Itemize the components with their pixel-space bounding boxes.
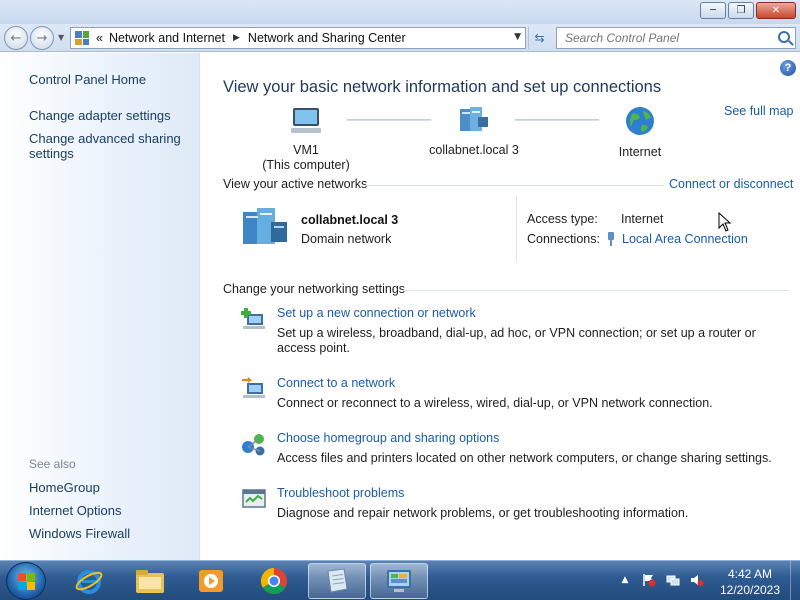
map-node-network[interactable]: collabnet.local 3 <box>419 105 529 158</box>
sidebar-item-homegroup[interactable]: HomeGroup <box>29 480 100 495</box>
see-full-map-link[interactable]: See full map <box>724 104 793 118</box>
mouse-cursor-icon <box>718 212 732 232</box>
sidebar-item-windows-firewall[interactable]: Windows Firewall <box>29 526 130 541</box>
window-controls: ─ ❐ ✕ <box>700 2 796 19</box>
breadcrumb-separator-icon[interactable]: ▶ <box>228 33 245 43</box>
breadcrumb-overflow[interactable]: « <box>93 31 106 45</box>
connections-label: Connections: <box>527 232 600 246</box>
system-clock[interactable]: 4:42 AM 12/20/2023 <box>712 566 788 598</box>
ethernet-icon <box>605 231 617 250</box>
task-description: Set up a wireless, broadband, dial-up, a… <box>277 326 756 355</box>
map-node-computer[interactable]: VM1 (This computer) <box>261 105 351 173</box>
section-divider <box>403 290 789 291</box>
search-input[interactable] <box>557 28 767 48</box>
back-arrow-icon: ← <box>10 30 22 46</box>
internet-globe-icon <box>626 107 654 135</box>
notepad-icon <box>327 568 348 593</box>
taskbar-control-panel[interactable] <box>370 563 428 599</box>
new-connection-icon <box>241 308 265 329</box>
forward-button[interactable]: → <box>30 26 54 50</box>
recent-pages-dropdown[interactable]: ▼ <box>58 33 64 42</box>
action-center-flag-icon[interactable] <box>642 573 656 587</box>
computer-subtitle: (This computer) <box>262 158 350 172</box>
computer-name: VM1 <box>293 143 319 157</box>
connect-network-icon <box>242 377 265 398</box>
refresh-button[interactable]: ⇆ <box>528 27 550 49</box>
breadcrumb-sharing-center[interactable]: Network and Sharing Center <box>245 31 409 45</box>
map-node-internet[interactable]: Internet <box>595 105 685 160</box>
task-title-link[interactable]: Connect to a network <box>277 376 395 390</box>
access-type-label: Access type: <box>527 212 598 226</box>
show-hidden-icons-icon[interactable]: ▲ <box>618 573 632 587</box>
volume-muted-icon[interactable] <box>690 573 704 587</box>
minimize-button[interactable]: ─ <box>700 2 726 19</box>
taskbar-internet-explorer[interactable] <box>60 563 118 599</box>
close-button[interactable]: ✕ <box>756 2 796 19</box>
taskbar-windows-explorer[interactable] <box>121 563 179 599</box>
navigation-bar: ← → ▼ « Network and Internet ▶ Network a… <box>0 24 800 52</box>
domain-network-icon <box>460 107 488 131</box>
search-box[interactable] <box>556 27 796 49</box>
task-description: Connect or reconnect to a wireless, wire… <box>277 396 713 410</box>
address-bar[interactable]: « Network and Internet ▶ Network and Sha… <box>70 27 526 49</box>
troubleshoot-icon <box>242 489 266 508</box>
active-networks-heading: View your active networks <box>223 177 368 191</box>
clock-date: 12/20/2023 <box>719 583 781 597</box>
taskbar-media-player[interactable] <box>182 563 240 599</box>
task-title-link[interactable]: Choose homegroup and sharing options <box>277 431 499 445</box>
main-content: ? View your basic network information an… <box>201 53 800 560</box>
system-tray: ▲ <box>618 573 704 587</box>
window-titlebar: ─ ❐ ✕ <box>0 0 800 24</box>
homegroup-icon <box>242 434 265 456</box>
forward-arrow-icon: → <box>36 30 48 46</box>
task-title-link[interactable]: Troubleshoot problems <box>277 486 404 500</box>
sidebar-item-control-panel-home[interactable]: Control Panel Home <box>29 72 146 87</box>
control-panel-icon <box>387 570 411 592</box>
active-network-type: Domain network <box>301 232 392 246</box>
see-also-heading: See also <box>29 457 76 471</box>
task-description: Access files and printers located on oth… <box>277 451 772 465</box>
sidebar: Control Panel Home Change adapter settin… <box>0 53 200 560</box>
back-button[interactable]: ← <box>4 26 28 50</box>
media-player-icon <box>199 570 223 592</box>
chrome-icon <box>260 567 287 595</box>
connect-disconnect-link[interactable]: Connect or disconnect <box>669 177 793 191</box>
page-title: View your basic network information and … <box>223 78 662 96</box>
network-tray-icon[interactable] <box>666 573 680 587</box>
computer-icon <box>291 108 321 133</box>
taskbar: ▲ 4:42 AM 12/20/2023 <box>0 560 800 600</box>
internet-label: Internet <box>618 145 662 159</box>
access-type-value: Internet <box>621 212 664 226</box>
control-panel-icon <box>75 31 89 45</box>
network-name: collabnet.local 3 <box>429 143 519 157</box>
networking-settings-heading: Change your networking settings <box>223 282 406 296</box>
task-description: Diagnose and repair network problems, or… <box>277 506 689 520</box>
sidebar-item-change-adapter-settings[interactable]: Change adapter settings <box>29 108 171 123</box>
internet-explorer-icon <box>75 570 103 594</box>
help-icon[interactable]: ? <box>780 60 796 76</box>
domain-network-icon <box>243 208 287 244</box>
sidebar-item-internet-options[interactable]: Internet Options <box>29 503 122 518</box>
taskbar-chrome[interactable] <box>245 563 303 599</box>
taskbar-notepad[interactable] <box>308 563 366 599</box>
sidebar-item-change-advanced-sharing[interactable]: Change advanced sharing settings <box>29 131 189 161</box>
clock-time: 4:42 AM <box>727 567 773 581</box>
start-button[interactable] <box>6 562 46 600</box>
address-dropdown-icon[interactable]: ▼ <box>514 32 521 42</box>
show-desktop-button[interactable] <box>790 561 800 600</box>
map-connection-line <box>515 119 599 121</box>
task-title-link[interactable]: Set up a new connection or network <box>277 306 476 320</box>
windows-explorer-icon <box>136 570 164 593</box>
local-area-connection-link[interactable]: Local Area Connection <box>622 232 748 246</box>
maximize-button[interactable]: ❐ <box>728 2 754 19</box>
vertical-divider <box>516 196 517 262</box>
section-divider <box>365 185 665 186</box>
breadcrumb-network-internet[interactable]: Network and Internet <box>106 31 228 45</box>
search-icon[interactable] <box>778 31 790 43</box>
refresh-icon: ⇆ <box>534 31 545 45</box>
active-network-name: collabnet.local 3 <box>301 213 399 227</box>
